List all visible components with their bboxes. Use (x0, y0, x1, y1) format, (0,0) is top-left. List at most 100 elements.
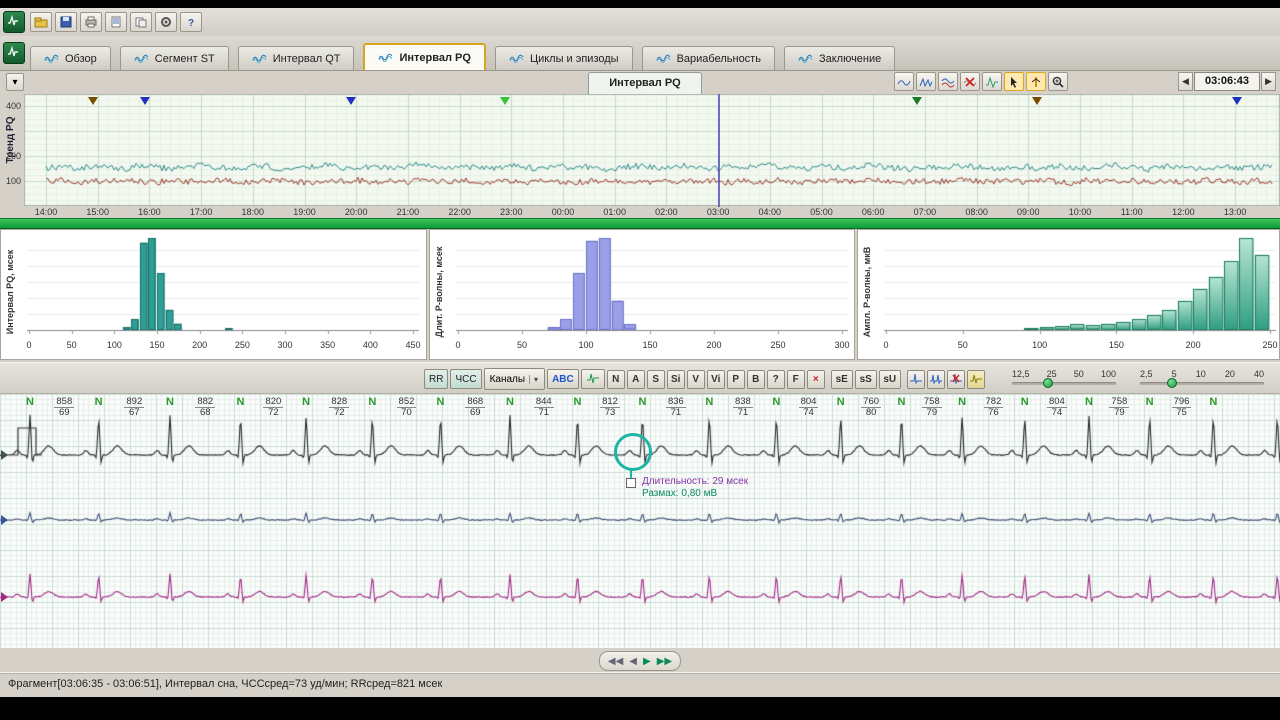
trend-event-marker[interactable] (500, 97, 510, 105)
strip-class-button-3[interactable]: sU (878, 369, 901, 389)
tab-2[interactable]: Сегмент ST (119, 46, 229, 70)
channels-dropdown[interactable]: Каналы ▾ (483, 368, 546, 390)
histogram-x-tick: 250 (770, 340, 786, 350)
trend-chart[interactable] (24, 94, 1280, 206)
time-forward-button[interactable]: ▶ (1261, 72, 1276, 91)
qrs-delete-icon[interactable] (946, 369, 965, 389)
qrs-pair-icon[interactable] (926, 369, 945, 389)
tab-3[interactable]: Интервал QT (237, 46, 355, 70)
beat-class-button-5[interactable]: V (686, 369, 705, 389)
beat-label[interactable]: N (1146, 396, 1154, 408)
speed-tick: 12,5 (1012, 369, 1030, 379)
report-icon[interactable] (105, 12, 127, 32)
measure-cursor-handle[interactable] (626, 478, 636, 488)
print-icon[interactable] (80, 12, 102, 32)
lead-marker-3[interactable] (1, 592, 8, 602)
beat-class-button-8[interactable]: B (746, 369, 765, 389)
trend-event-marker[interactable] (87, 97, 98, 105)
beat-class-button-11[interactable]: × (806, 369, 825, 389)
save-icon[interactable] (55, 12, 77, 32)
trend-line-icon[interactable] (894, 72, 914, 91)
beat-label[interactable]: N (166, 396, 174, 408)
pwave-duration-x-ticks: 0 50 100 150 200 250 300 (455, 340, 849, 352)
step-backward-button[interactable]: ◀ (629, 656, 637, 667)
beat-label[interactable]: N (705, 396, 713, 408)
copy-icon[interactable] (130, 12, 152, 32)
beat-label[interactable]: N (1209, 396, 1217, 408)
lead-marker-1[interactable] (1, 450, 8, 460)
trend-off-icon[interactable] (960, 72, 980, 91)
fast-forward-button[interactable]: ▶▶ (657, 656, 672, 667)
tab-5[interactable]: Циклы и эпизоды (494, 46, 633, 70)
trend-dual-icon[interactable] (938, 72, 958, 91)
hr-mode-button[interactable]: ЧСС (450, 369, 482, 389)
tab-4[interactable]: Интервал PQ (363, 43, 486, 70)
beat-class-button-6[interactable]: Vi (706, 369, 725, 389)
beat-label[interactable]: N (898, 396, 906, 408)
qrs-mark-icon[interactable] (906, 369, 925, 389)
tab-7[interactable]: Заключение (783, 46, 896, 70)
time-back-button[interactable]: ◀ (1178, 72, 1193, 91)
beat-label[interactable]: N (437, 396, 445, 408)
beat-label[interactable]: N (772, 396, 780, 408)
trend-time-cursor[interactable] (717, 94, 720, 207)
trend-alt-icon[interactable] (982, 72, 1002, 91)
ruler-cursor-icon[interactable] (1026, 72, 1046, 91)
hr-value: 73 (604, 407, 616, 418)
trend-x-tick: 07:00 (913, 207, 937, 217)
trend-event-marker[interactable] (1231, 97, 1242, 105)
beat-class-button-3[interactable]: S (646, 369, 665, 389)
play-button[interactable]: ▶ (643, 656, 651, 667)
abc-labels-button[interactable]: ABC (547, 369, 579, 389)
help-icon[interactable]: ? (180, 12, 202, 32)
beat-label[interactable]: N (506, 396, 514, 408)
speed-slider[interactable] (1012, 378, 1116, 388)
recording-coverage-bar[interactable] (0, 218, 1280, 229)
beat-label[interactable]: N (1085, 396, 1093, 408)
collapse-button[interactable]: ▾ (6, 73, 24, 91)
gain-slider-thumb[interactable] (1167, 378, 1178, 388)
trend-event-marker[interactable] (1032, 97, 1043, 105)
settings-icon[interactable] (155, 12, 177, 32)
beat-label[interactable]: N (837, 396, 845, 408)
zoom-in-icon[interactable] (1048, 72, 1068, 91)
trend-x-tick: 08:00 (965, 207, 988, 217)
beat-label[interactable]: N (574, 396, 582, 408)
fast-backward-button[interactable]: ◀◀ (608, 656, 623, 667)
beat-label[interactable]: N (958, 396, 966, 408)
tab-1[interactable]: Обзор (30, 46, 111, 70)
episode-flag-button[interactable] (966, 369, 985, 389)
beat-label[interactable]: N (95, 396, 103, 408)
gain-slider[interactable] (1140, 378, 1264, 388)
beat-class-button-2[interactable]: A (626, 369, 645, 389)
trend-peaks-icon[interactable] (916, 72, 936, 91)
trend-event-marker[interactable] (912, 97, 923, 105)
tab-6[interactable]: Вариабельность (641, 46, 775, 70)
lead-marker-2[interactable] (1, 515, 8, 525)
beat-class-button-4[interactable]: Si (666, 369, 685, 389)
measure-cursor-circle[interactable] (614, 433, 652, 471)
beat-class-button-1[interactable]: N (606, 369, 625, 389)
ecg-waveforms[interactable] (0, 394, 1280, 648)
beat-label[interactable]: N (237, 396, 245, 408)
strip-class-button-2[interactable]: sS (854, 369, 877, 389)
open-icon[interactable] (30, 12, 52, 32)
beat-label[interactable]: N (638, 396, 646, 408)
strip-class-button-1[interactable]: sE (830, 369, 853, 389)
trend-event-marker[interactable] (140, 97, 151, 105)
wave-filter-button[interactable] (580, 369, 605, 389)
trend-title-tab[interactable]: Интервал PQ (588, 72, 702, 94)
beat-label[interactable]: N (368, 396, 376, 408)
beat-class-button-7[interactable]: P (726, 369, 745, 389)
speed-slider-thumb[interactable] (1043, 378, 1054, 388)
beat-label[interactable]: N (1021, 396, 1029, 408)
rr-mode-button[interactable]: RR (424, 369, 449, 389)
beat-label[interactable]: N (302, 396, 310, 408)
beat-class-button-9[interactable]: ? (766, 369, 785, 389)
pointer-icon[interactable] (1004, 72, 1024, 91)
beat-class-button-10[interactable]: F (786, 369, 805, 389)
trend-x-tick: 06:00 (861, 207, 885, 217)
trend-event-marker[interactable] (345, 97, 356, 105)
time-display: 03:06:43 (1194, 72, 1260, 91)
beat-label[interactable]: N (26, 396, 34, 408)
